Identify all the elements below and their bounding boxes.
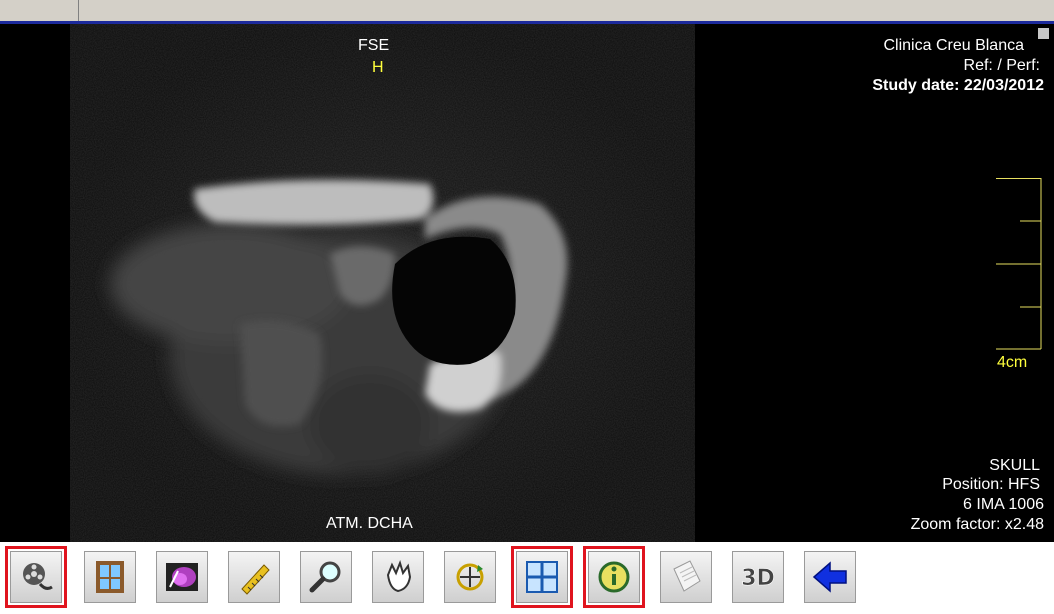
back-button[interactable]	[799, 546, 861, 608]
toolbar: 3D	[0, 542, 1054, 614]
svg-text:3D: 3D	[741, 566, 775, 591]
info-button[interactable]	[583, 546, 645, 608]
rotate-button[interactable]	[439, 546, 501, 608]
3d-button[interactable]: 3D	[727, 546, 789, 608]
ref-label: Ref: / Perf:	[963, 57, 1040, 74]
measure-button[interactable]	[223, 546, 285, 608]
ruler-icon	[241, 564, 270, 595]
sequence-label: FSE	[358, 37, 390, 54]
top-bar	[0, 0, 1054, 24]
film-reel-icon	[23, 563, 53, 590]
zoom-button[interactable]	[295, 546, 357, 608]
series-description: ATM. DCHA	[326, 515, 413, 532]
orientation-label: H	[372, 59, 384, 76]
info-icon	[598, 561, 630, 593]
3d-icon: 3D	[741, 566, 775, 592]
hand-icon	[386, 559, 412, 593]
institution-label: Clinica Creu Blanca	[883, 37, 1024, 54]
window-icon	[96, 561, 124, 593]
body-part-label: SKULL	[989, 457, 1040, 474]
image-number-label: 6 IMA 1006	[963, 496, 1044, 513]
scroll-handle[interactable]	[1038, 28, 1049, 39]
arrow-left-icon	[812, 561, 847, 593]
layout-button[interactable]	[511, 546, 573, 608]
image-viewport[interactable]: FSE H Clinica Creu Blanca Ref: / Perf: S…	[0, 24, 1054, 542]
document-icon	[673, 560, 701, 592]
color-brain-icon	[166, 563, 198, 591]
top-bar-separator	[78, 0, 79, 21]
color-map-button[interactable]	[151, 546, 213, 608]
magnifier-icon	[309, 561, 341, 593]
scale-bar	[996, 178, 1042, 350]
zoom-factor-label: Zoom factor: x2.48	[910, 516, 1044, 533]
grid-icon	[526, 561, 558, 593]
scale-label: 4cm	[997, 354, 1028, 371]
pan-button[interactable]	[367, 546, 429, 608]
mri-image	[70, 24, 695, 542]
position-label: Position: HFS	[942, 476, 1040, 493]
study-date-label: Study date: 22/03/2012	[872, 77, 1044, 94]
report-button[interactable]	[655, 546, 717, 608]
cine-button[interactable]	[5, 546, 67, 608]
rotate-icon	[456, 563, 484, 591]
window-level-button[interactable]	[79, 546, 141, 608]
